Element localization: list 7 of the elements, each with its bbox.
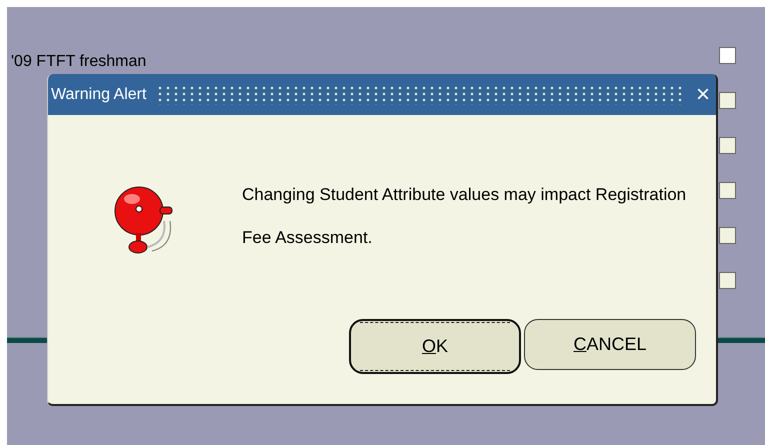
alert-message: Changing Student Attribute values may impact Registration Fee Assessment. [242, 184, 687, 249]
dialog-button[interactable]: OK [349, 319, 521, 374]
attribute-label: '09 FTFT freshman [11, 52, 146, 72]
close-button[interactable]: × [696, 82, 710, 106]
window-title: Warning Alert [51, 84, 146, 104]
dialog-button[interactable]: CANCEL [524, 319, 696, 370]
checkbox[interactable] [719, 47, 736, 64]
